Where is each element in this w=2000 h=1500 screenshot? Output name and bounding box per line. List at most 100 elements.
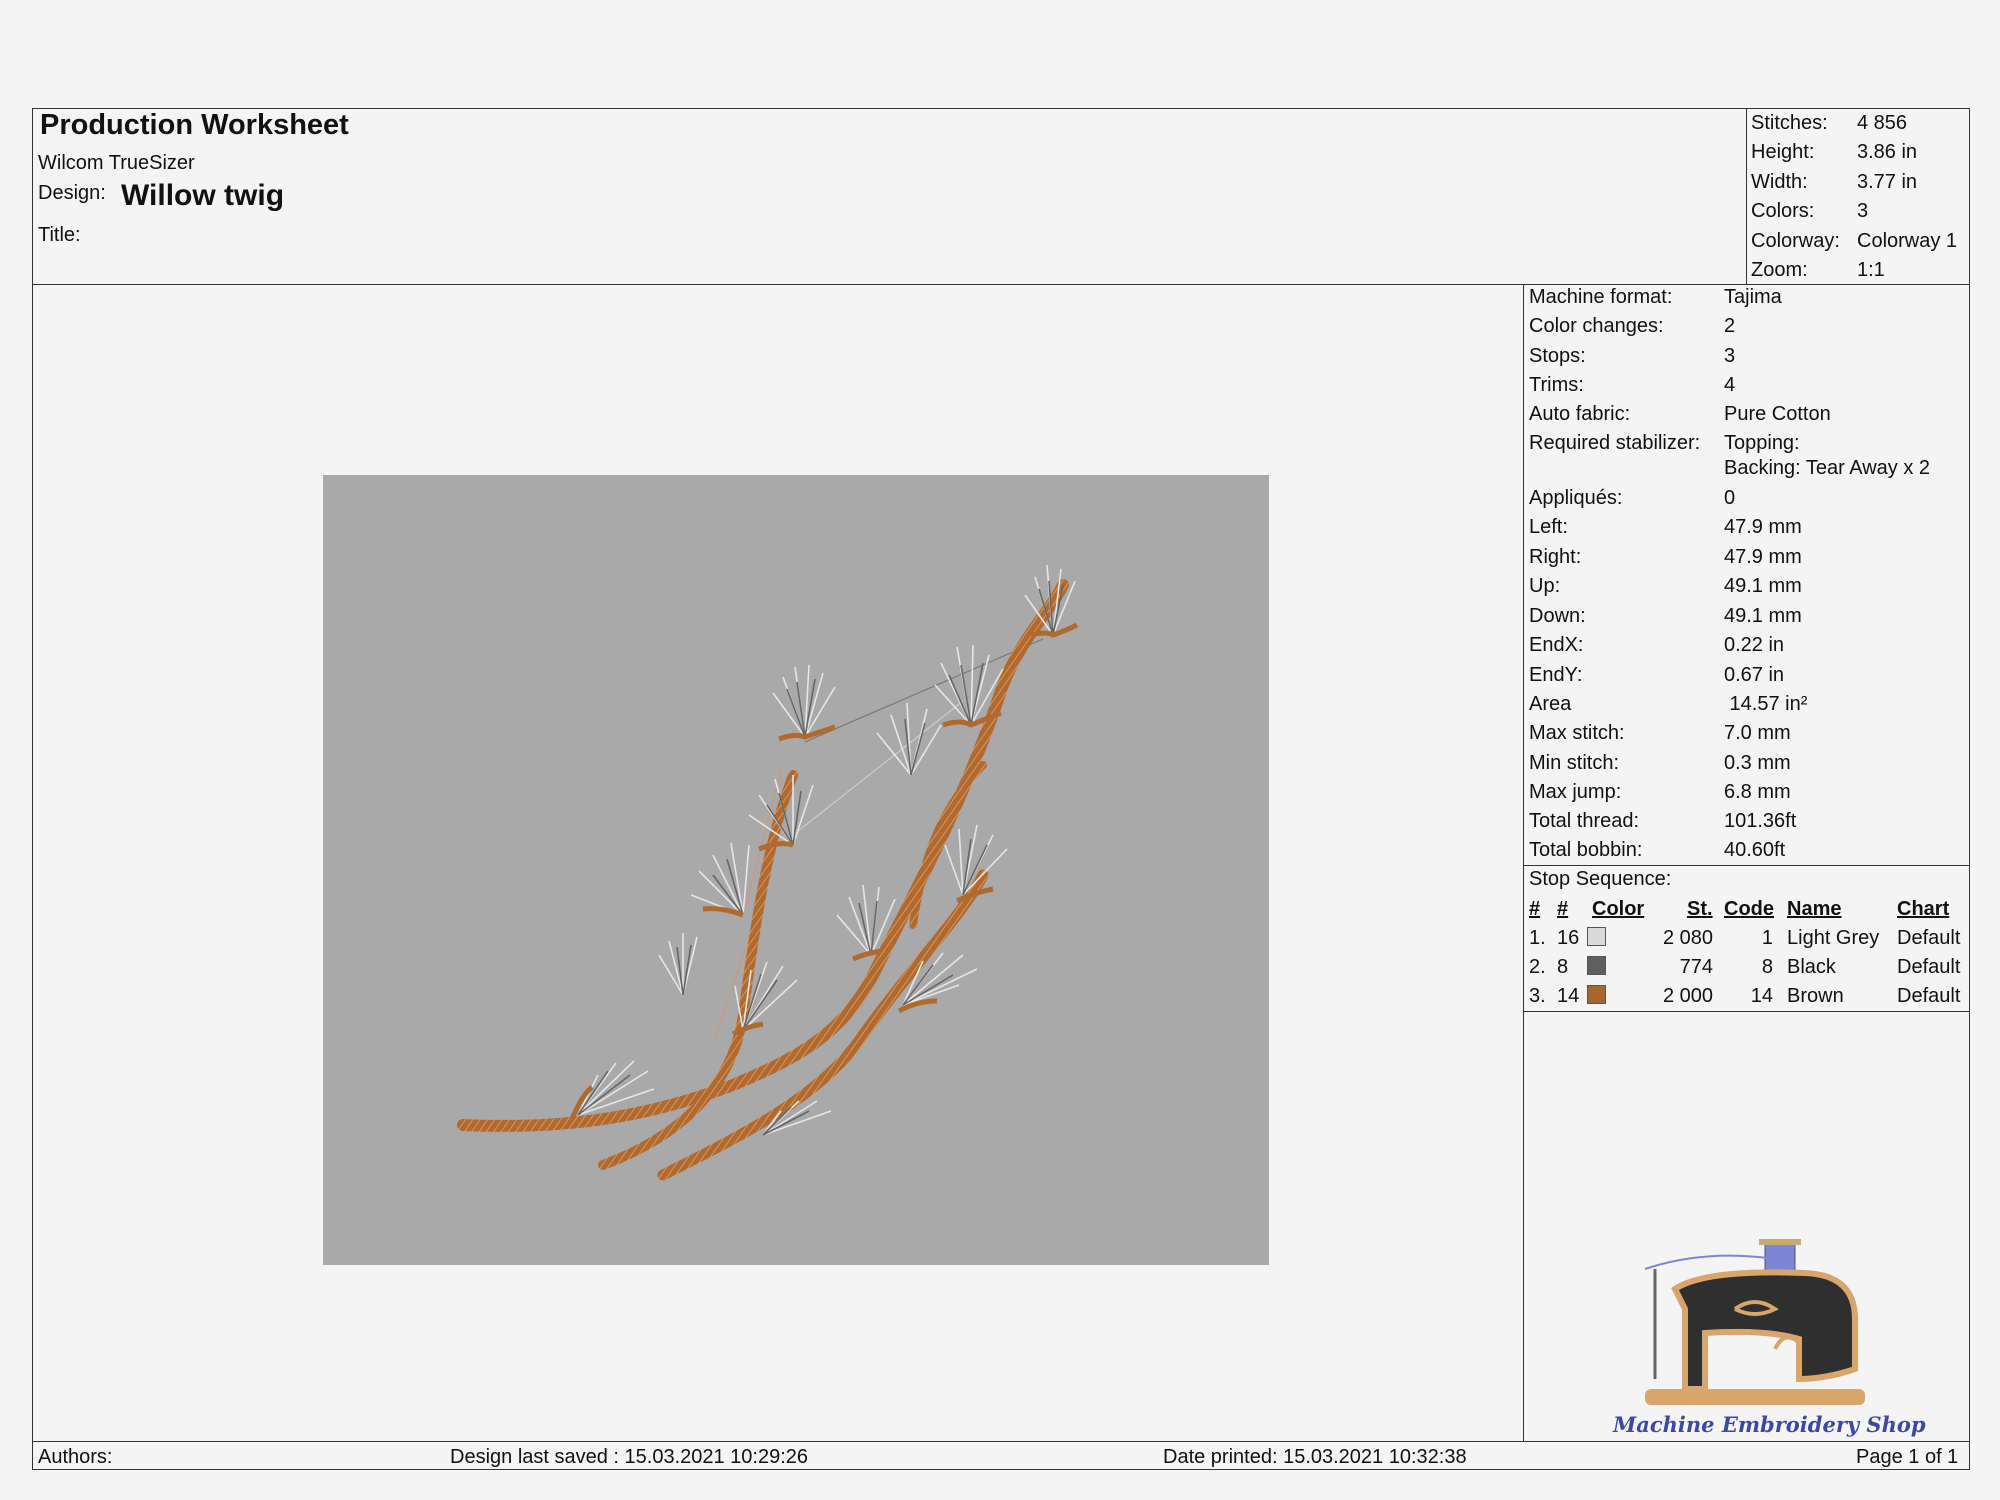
design-preview [323, 475, 1269, 1265]
detail-value: 49.1 mm [1724, 575, 1802, 597]
detail-value: Topping: [1724, 432, 1800, 454]
detail-label: Trims: [1529, 374, 1584, 396]
design-last-saved: Design last saved : 15.03.2021 10:29:26 [450, 1446, 809, 1468]
col-header-code: Code [1724, 898, 1774, 920]
detail-value: 47.9 mm [1724, 516, 1802, 538]
detail-label: EndY: [1529, 664, 1583, 686]
detail-label: Area [1529, 693, 1572, 715]
summary-label: Colors: [1751, 200, 1815, 222]
detail-label: Color changes: [1529, 315, 1664, 337]
detail-label: Required stabilizer: [1529, 432, 1701, 454]
detail-label: Down: [1529, 605, 1586, 627]
header-divider [33, 284, 1969, 285]
summary-label: Zoom: [1751, 259, 1808, 281]
stop-divider [1523, 865, 1969, 866]
col-header-stitches: St. [1687, 898, 1713, 920]
detail-label: Max jump: [1529, 781, 1622, 803]
row-stitches: 774 [1679, 956, 1713, 978]
detail-value: Backing: Tear Away x 2 [1724, 457, 1931, 479]
sewing-machine-icon [1644, 1239, 1865, 1405]
row-chart: Default [1897, 985, 1961, 1007]
row-number: 14 [1557, 985, 1580, 1007]
row-stitches: 2 000 [1662, 985, 1713, 1007]
row-chart: Default [1897, 927, 1961, 949]
willow-twig-embroidery [457, 564, 1079, 1181]
detail-value: 49.1 mm [1724, 605, 1802, 627]
detail-value: 47.9 mm [1724, 546, 1802, 568]
row-code: 8 [1761, 956, 1773, 978]
stop-sequence-label: Stop Sequence: [1529, 868, 1672, 890]
col-header-color: Color [1592, 898, 1645, 920]
col-header-index: # [1529, 898, 1541, 920]
authors-label: Authors: [38, 1446, 113, 1468]
detail-value: 3 [1724, 345, 1736, 367]
footer-divider [33, 1441, 1969, 1442]
row-chart: Default [1897, 956, 1961, 978]
page-title: Production Worksheet [40, 109, 349, 141]
summary-label: Width: [1751, 171, 1808, 193]
summary-label: Stitches: [1751, 112, 1828, 134]
app-name: Wilcom TrueSizer [38, 152, 195, 174]
detail-label: Total thread: [1529, 810, 1640, 832]
details-divider [1523, 284, 1524, 1441]
detail-value: 0 [1724, 487, 1736, 509]
color-swatch [1587, 956, 1606, 975]
detail-label: Total bobbin: [1529, 839, 1643, 861]
summary-value: Colorway 1 [1857, 230, 1958, 252]
detail-value: 4 [1724, 374, 1736, 396]
row-name: Light Grey [1787, 927, 1880, 949]
machine-embroidery-shop-logo: Machine Embroidery Shop [1585, 1229, 1945, 1441]
summary-divider [1746, 109, 1747, 284]
detail-label: Left: [1529, 516, 1568, 538]
col-header-name: Name [1787, 898, 1842, 920]
color-swatch [1587, 927, 1606, 946]
detail-label: Stops: [1529, 345, 1586, 367]
detail-value: Pure Cotton [1724, 403, 1831, 425]
row-stitches: 2 080 [1662, 927, 1713, 949]
detail-value: 6.8 mm [1724, 781, 1791, 803]
title-label: Title: [38, 224, 81, 246]
row-index: 3. [1529, 985, 1546, 1007]
detail-label: Appliqués: [1529, 487, 1623, 509]
detail-value: 101.36ft [1724, 810, 1797, 832]
detail-value: 14.57 in² [1724, 693, 1808, 715]
detail-label: Min stitch: [1529, 752, 1620, 774]
detail-label: Max stitch: [1529, 722, 1625, 744]
page-indicator: Page 1 of 1 [1856, 1446, 1959, 1468]
detail-value: 7.0 mm [1724, 722, 1791, 744]
row-name: Black [1787, 956, 1836, 978]
col-header-number: # [1557, 898, 1569, 920]
summary-value: 4 856 [1857, 112, 1908, 134]
row-name: Brown [1787, 985, 1844, 1007]
detail-label: Up: [1529, 575, 1561, 597]
row-number: 8 [1557, 956, 1569, 978]
detail-value: 2 [1724, 315, 1736, 337]
date-printed: Date printed: 15.03.2021 10:32:38 [1163, 1446, 1467, 1468]
summary-value: 1:1 [1857, 259, 1885, 281]
summary-label: Height: [1751, 141, 1815, 163]
detail-value: 0.22 in [1724, 634, 1785, 656]
summary-value: 3.86 in [1857, 141, 1918, 163]
detail-value: 0.67 in [1724, 664, 1785, 686]
row-index: 1. [1529, 927, 1546, 949]
row-index: 2. [1529, 956, 1546, 978]
col-header-chart: Chart [1897, 898, 1950, 920]
detail-label: Machine format: [1529, 286, 1673, 308]
color-swatch [1587, 985, 1606, 1004]
summary-label: Colorway: [1751, 230, 1840, 252]
stop-table-bottom [1523, 1011, 1969, 1012]
design-label: Design: [38, 182, 106, 204]
row-code: 14 [1750, 985, 1773, 1007]
summary-value: 3.77 in [1857, 171, 1918, 193]
worksheet-frame: Production Worksheet Wilcom TrueSizer De… [32, 108, 1970, 1470]
detail-value: 40.60ft [1724, 839, 1786, 861]
detail-label: EndX: [1529, 634, 1584, 656]
detail-value: Tajima [1724, 286, 1782, 308]
summary-value: 3 [1857, 200, 1869, 222]
logo-text: Machine Embroidery Shop [1613, 1412, 1926, 1437]
design-name: Willow twig [121, 179, 285, 212]
detail-label: Right: [1529, 546, 1582, 568]
row-number: 16 [1557, 927, 1580, 949]
row-code: 1 [1761, 927, 1773, 949]
detail-label: Auto fabric: [1529, 403, 1631, 425]
